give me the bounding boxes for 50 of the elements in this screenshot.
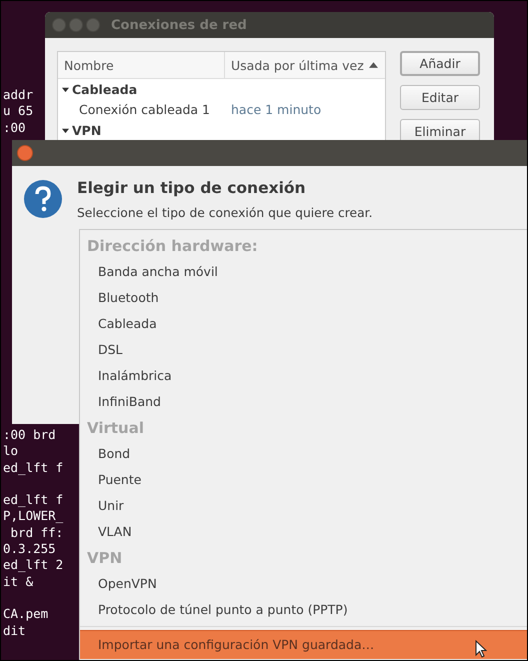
last-used-time: hace 1 minuto: [231, 102, 322, 117]
dialog-heading: Elegir un tipo de conexión: [77, 179, 307, 197]
menu-item[interactable]: DSL: [80, 337, 527, 363]
menu-section-header: Virtual: [86, 418, 145, 439]
terminal-text: u 65: [3, 103, 34, 120]
terminal-text: P,LOWER_: [3, 508, 64, 525]
action-button[interactable]: Editar: [400, 85, 480, 110]
terminal-text: CA.pem: [3, 606, 50, 623]
terminal-text: ed_lft f: [3, 460, 64, 476]
question-icon: [23, 179, 63, 219]
menu-item[interactable]: Banda ancha móvil: [80, 259, 527, 285]
menu-item[interactable]: VLAN: [80, 519, 527, 545]
connection-name: Conexión cableada 1: [79, 102, 211, 117]
expander-icon[interactable]: [62, 126, 69, 134]
menu-item[interactable]: Importar una configuración VPN guardada…: [80, 630, 527, 659]
terminal-text: ed_lft 2: [3, 557, 64, 574]
menu-item[interactable]: OpenVPN: [80, 571, 527, 597]
menu-item[interactable]: Puente: [80, 467, 527, 493]
menu-item[interactable]: Cableada: [80, 311, 527, 337]
group-label: VPN: [72, 122, 102, 138]
menu-item[interactable]: Protocolo de túnel punto a punto (PPTP): [80, 597, 527, 623]
column-header[interactable]: Usada por última vez: [225, 52, 385, 78]
menu-section-header: VPN: [86, 548, 124, 569]
menu-item[interactable]: Bond: [80, 441, 527, 467]
column-header[interactable]: Nombre: [58, 52, 225, 78]
mouse-pointer-icon: [475, 640, 487, 658]
menu-item[interactable]: Unir: [80, 493, 527, 519]
maximize-icon[interactable]: [86, 18, 100, 32]
terminal-text: ed_lft f: [3, 492, 64, 508]
terminal-text: addr: [3, 87, 34, 104]
menu-item[interactable]: Inalámbrica: [80, 363, 527, 389]
close-icon[interactable]: [52, 18, 66, 32]
minimize-icon[interactable]: [69, 18, 83, 32]
sort-arrow-icon: [368, 62, 378, 68]
terminal-text: lo: [3, 443, 20, 460]
terminal-text: :00 brd: [3, 427, 57, 444]
terminal-text: 0.3.255: [3, 541, 57, 558]
menu-item[interactable]: InfiniBand: [80, 389, 527, 415]
menu-item[interactable]: Bluetooth: [80, 285, 527, 311]
group-label: Cableada: [72, 82, 138, 96]
expander-icon[interactable]: [62, 86, 69, 92]
action-button[interactable]: Añadir: [400, 51, 480, 76]
dialog-description: Seleccione el tipo de conexión que quiere crear.: [77, 206, 372, 220]
terminal-text: it &: [3, 574, 34, 590]
terminal-text: :00: [3, 120, 27, 136]
terminal-text: brd ff:: [10, 524, 64, 542]
window-title: Conexiones de red: [111, 18, 247, 32]
close-icon[interactable]: [17, 145, 33, 161]
terminal-text: dit: [3, 622, 27, 639]
menu-section-header: Dirección hardware:: [86, 236, 259, 257]
